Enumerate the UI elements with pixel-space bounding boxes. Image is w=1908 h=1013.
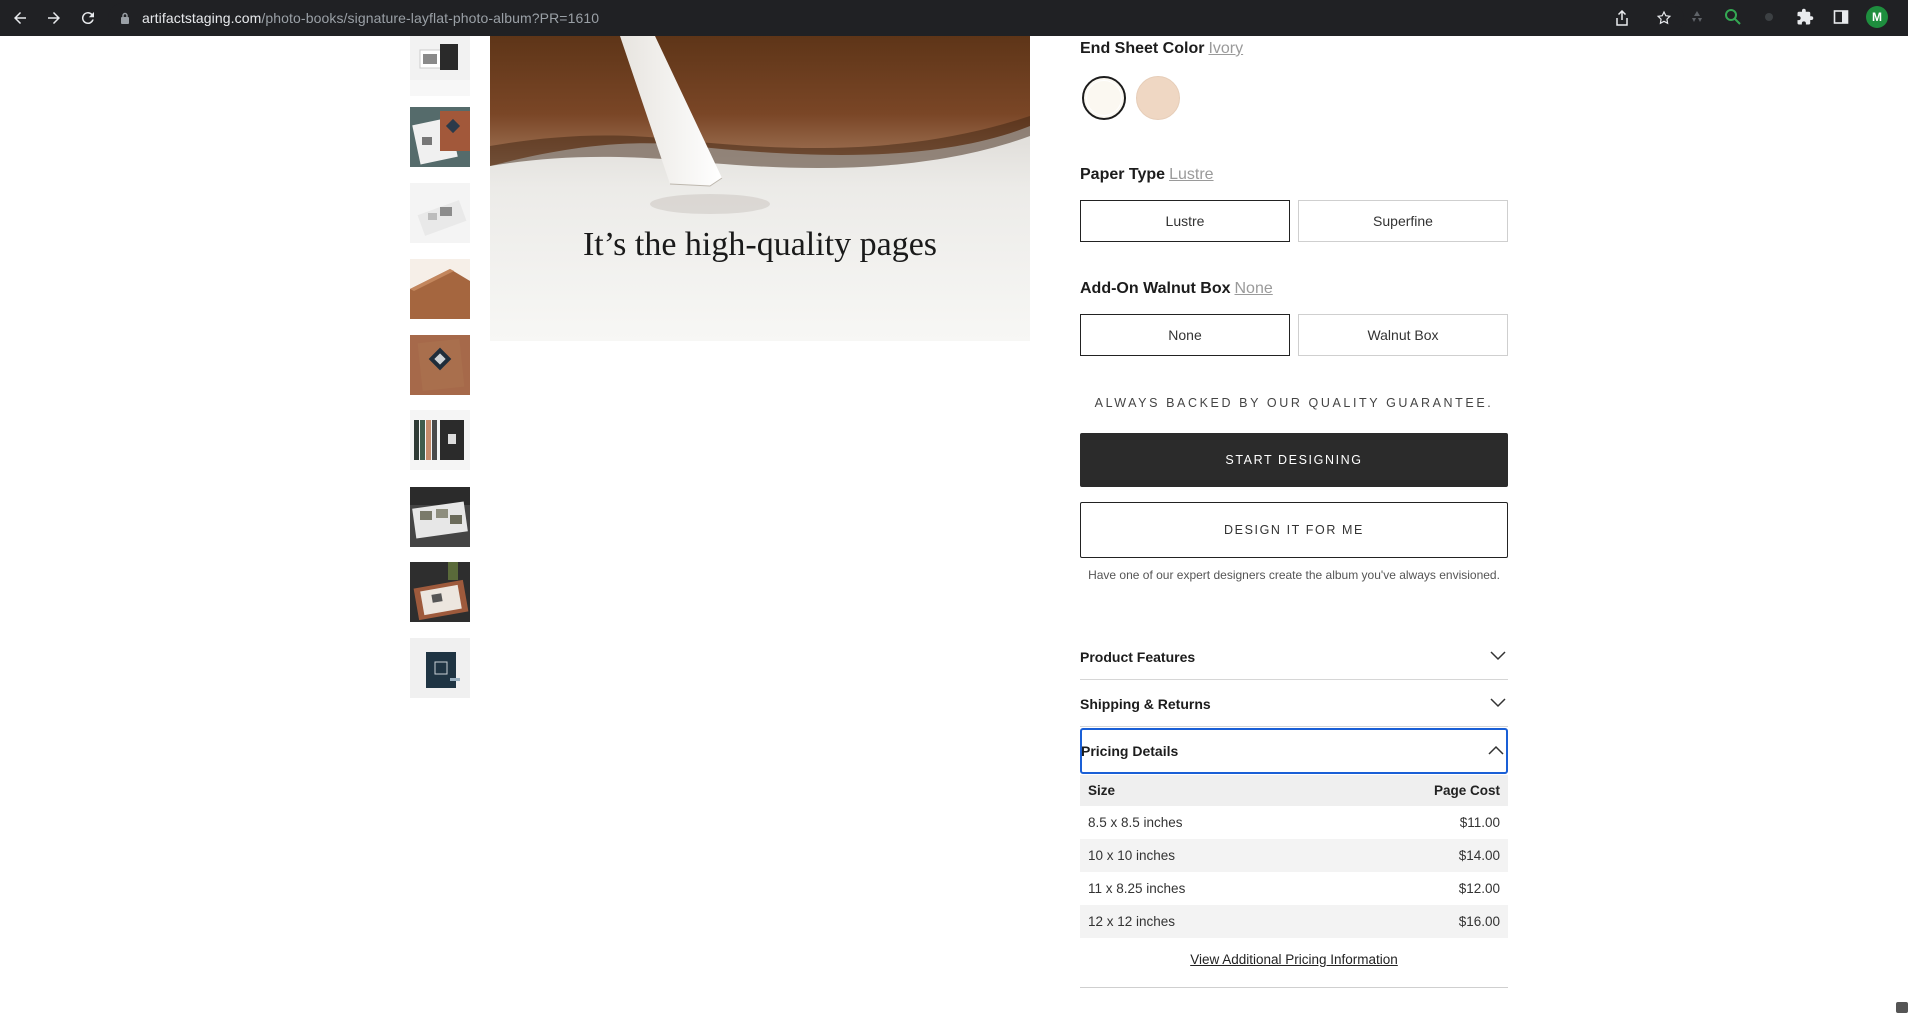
start-designing-button[interactable]: START DESIGNING [1080,433,1508,487]
pricing-details-label: Pricing Details [1081,743,1179,759]
share-icon[interactable] [1612,8,1632,28]
table-row: 12 x 12 inches $16.00 [1080,905,1508,938]
scrollbar-thumb[interactable] [1896,1002,1908,1013]
hero-caption: It’s the high-quality pages [582,226,938,263]
table-row: 10 x 10 inches $14.00 [1080,839,1508,872]
page-cost-column-header: Page Cost [1433,783,1500,798]
end-sheet-color-value: Ivory [1208,40,1244,57]
reload-icon[interactable] [74,4,102,32]
page-cost-cell: $12.00 [1458,881,1500,896]
designer-helper-text: Have one of our expert designers create … [1088,568,1500,582]
thumbnail-6[interactable] [410,410,470,470]
product-features-label: Product Features [1080,648,1196,665]
end-sheet-color-heading: End Sheet Color Ivory [1080,40,1243,58]
table-row: 11 x 8.25 inches $12.00 [1080,872,1508,905]
thumbnail-9[interactable] [410,638,470,698]
forward-icon[interactable] [40,4,68,32]
thumbnail-1[interactable] [410,36,470,96]
thumbnail-4[interactable] [410,259,470,319]
thumbnail-7[interactable] [410,487,470,547]
browser-toolbar: artifactstaging.com/photo-books/signatur… [0,0,1908,36]
size-cell: 8.5 x 8.5 inches [1088,815,1183,830]
hero-photo [490,36,1030,341]
url-path: /photo-books/signature-layflat-photo-alb… [261,10,600,26]
pricing-table-header: Size Page Cost [1080,775,1508,806]
hero-image: It’s the high-quality pages [490,36,1030,341]
accordion-pricing-details[interactable]: Pricing Details [1080,728,1508,774]
paper-type-heading: Paper Type Lustre [1080,166,1214,184]
paper-type-value: Lustre [1169,166,1214,183]
extensions-puzzle-icon[interactable] [1794,6,1816,28]
paper-superfine-button[interactable]: Superfine [1298,200,1508,242]
page-cost-cell: $16.00 [1458,914,1500,929]
back-icon[interactable] [6,4,34,32]
divider [1080,987,1508,988]
thumbnail-8[interactable] [410,562,470,622]
walnut-none-button[interactable]: None [1080,314,1290,356]
thumbnail-3[interactable] [410,183,470,243]
address-bar[interactable]: artifactstaging.com/photo-books/signatur… [108,3,1684,33]
design-it-for-me-button[interactable]: DESIGN IT FOR ME [1080,502,1508,558]
swatch-ivory[interactable] [1082,76,1126,120]
page-cost-cell: $11.00 [1459,815,1500,830]
size-cell: 11 x 8.25 inches [1088,881,1186,896]
pricing-table: Size Page Cost 8.5 x 8.5 inches $11.00 1… [1080,775,1508,938]
side-panel-icon[interactable] [1830,6,1852,28]
thumbnail-2[interactable] [410,107,470,167]
chevron-down-icon [1490,695,1508,713]
extension-search-icon[interactable] [1722,6,1744,28]
view-additional-pricing-link[interactable]: View Additional Pricing Information [1080,952,1508,967]
paper-type-label: Paper Type [1080,166,1166,183]
size-cell: 12 x 12 inches [1088,914,1176,929]
chevron-down-icon [1490,648,1508,666]
shipping-returns-label: Shipping & Returns [1080,695,1211,712]
extension-recycle-icon[interactable] [1686,6,1708,28]
walnut-box-label: Add-On Walnut Box [1080,280,1231,297]
end-sheet-color-label: End Sheet Color [1080,40,1205,57]
accordion-shipping-returns[interactable]: Shipping & Returns [1080,681,1508,727]
table-row: 8.5 x 8.5 inches $11.00 [1080,806,1508,839]
thumbnail-5[interactable] [410,335,470,395]
size-column-header: Size [1088,783,1116,798]
extension-dot-icon[interactable] [1758,6,1780,28]
quality-guarantee-text: ALWAYS BACKED BY OUR QUALITY GUARANTEE. [1094,396,1494,410]
accordion-product-features[interactable]: Product Features [1080,634,1508,680]
walnut-box-heading: Add-On Walnut Box None [1080,280,1273,298]
paper-lustre-button[interactable]: Lustre [1080,200,1290,242]
walnut-box-value: None [1234,280,1273,297]
url-host: artifactstaging.com [142,10,262,26]
page-cost-cell: $14.00 [1458,848,1500,863]
chevron-up-icon [1488,742,1506,760]
bookmark-star-icon[interactable] [1654,8,1674,28]
size-cell: 10 x 10 inches [1088,848,1176,863]
lock-icon [120,12,134,24]
walnut-box-button[interactable]: Walnut Box [1298,314,1508,356]
profile-avatar[interactable]: M [1866,6,1888,28]
swatch-blush[interactable] [1136,76,1180,120]
url-text: artifactstaging.com/photo-books/signatur… [142,10,599,26]
